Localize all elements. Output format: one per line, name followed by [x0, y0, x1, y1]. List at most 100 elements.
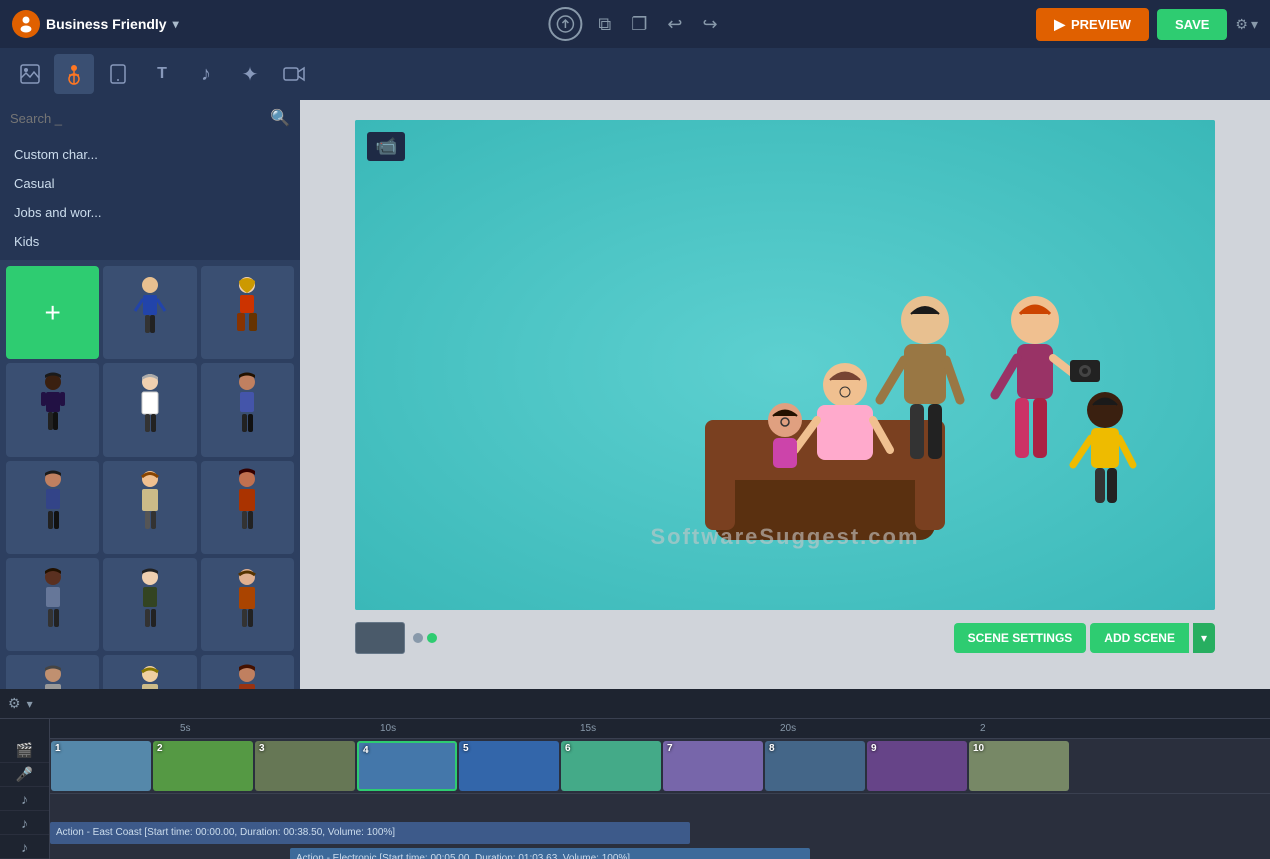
character-card[interactable] — [201, 655, 294, 689]
character-card[interactable] — [6, 558, 99, 651]
scene-thumbnail-preview[interactable] — [355, 622, 405, 654]
tool-video[interactable] — [274, 54, 314, 94]
scene-dots — [413, 633, 437, 643]
scene-actions: SCENE SETTINGS ADD SCENE ▾ — [954, 623, 1215, 653]
header-center-controls: ⧉ ❐ ↩ ↪ — [548, 7, 721, 41]
timeline-tracks: 🎬 🎤 ♪ ♪ ♪ 1 2 3 4 5 6 7 8 9 10 — [0, 739, 1270, 859]
search-input[interactable] — [10, 111, 264, 126]
play-icon: ▶ — [1054, 16, 1065, 33]
project-name: Business Friendly — [46, 16, 167, 32]
character-card[interactable] — [201, 363, 294, 456]
tool-music[interactable]: ♪ — [186, 54, 226, 94]
tool-image[interactable] — [10, 54, 50, 94]
search-icon[interactable]: 🔍 — [270, 108, 290, 128]
scene-thumb-7[interactable]: 7 — [663, 741, 763, 791]
scene-thumb-4[interactable]: 4 — [357, 741, 457, 791]
save-button[interactable]: SAVE — [1157, 9, 1227, 40]
scene-canvas[interactable]: 📹 — [355, 120, 1215, 610]
tool-effects[interactable]: ✦ — [230, 54, 270, 94]
scene-number: 5 — [463, 743, 469, 754]
chevron-down-icon[interactable]: ▾ — [173, 17, 179, 31]
scene-navigation — [355, 622, 437, 654]
character-card[interactable] — [6, 655, 99, 689]
scene-number: 2 — [157, 743, 163, 754]
scene-thumb-3[interactable]: 3 — [255, 741, 355, 791]
character-card[interactable] — [103, 655, 196, 689]
timeline-arrow[interactable]: ▾ — [27, 697, 33, 711]
undo-button[interactable]: ↩ — [663, 10, 686, 39]
ruler-mark-20s: 20s — [780, 723, 796, 734]
sidebar: 🔍 Custom char... Casual Jobs and wor... … — [0, 100, 300, 689]
character-card[interactable] — [6, 461, 99, 554]
scene-thumb-5[interactable]: 5 — [459, 741, 559, 791]
upload-button[interactable] — [548, 7, 582, 41]
settings-button[interactable]: ⚙ ▾ — [1235, 16, 1258, 33]
category-casual[interactable]: Casual — [0, 169, 300, 198]
track-label-music2: ♪ — [0, 811, 49, 835]
scene-thumb-10[interactable]: 10 — [969, 741, 1069, 791]
copy-button[interactable]: ⧉ — [594, 10, 615, 39]
music-track-1[interactable]: Action - East Coast [Start time: 00:00.0… — [50, 822, 690, 844]
character-card[interactable] — [201, 558, 294, 651]
character-card[interactable] — [201, 461, 294, 554]
track-label-music3: ♪ — [0, 835, 49, 859]
character-card[interactable] — [103, 558, 196, 651]
track-labels: 🎬 🎤 ♪ ♪ ♪ — [0, 739, 50, 859]
mic-track-row — [50, 794, 1270, 820]
ruler-mark-10s: 10s — [380, 723, 396, 734]
character-card[interactable] — [103, 461, 196, 554]
app-header: Business Friendly ▾ ⧉ ❐ ↩ ↪ ▶ PREVIEW SA… — [0, 0, 1270, 48]
category-list: Custom char... Casual Jobs and wor... Ki… — [0, 136, 300, 260]
scene-dot-2[interactable] — [427, 633, 437, 643]
tool-text[interactable]: T — [142, 54, 182, 94]
category-custom[interactable]: Custom char... — [0, 140, 300, 169]
track-label-music1: ♪ — [0, 787, 49, 811]
scene-thumb-1[interactable]: 1 — [51, 741, 151, 791]
redo-button[interactable]: ↪ — [699, 10, 722, 39]
music-track-1-row: Action - East Coast [Start time: 00:00.0… — [50, 820, 1270, 846]
character-card[interactable] — [103, 266, 196, 359]
scene-number: 4 — [363, 745, 369, 756]
canvas-area: 📹 — [300, 100, 1270, 689]
tool-character[interactable] — [54, 54, 94, 94]
project-title[interactable]: Business Friendly ▾ — [12, 10, 179, 38]
music-track-2[interactable]: Action - Electronic [Start time: 00:05.0… — [290, 848, 810, 859]
scene-dot-1[interactable] — [413, 633, 423, 643]
timeline-settings-icon[interactable]: ⚙ — [8, 695, 21, 712]
scene-thumb-8[interactable]: 8 — [765, 741, 865, 791]
timeline-header: ⚙ ▾ — [0, 689, 1270, 719]
track-label-video: 🎬 — [0, 739, 49, 763]
scene-number: 3 — [259, 743, 265, 754]
scene-thumb-6[interactable]: 6 — [561, 741, 661, 791]
toolbar: T ♪ ✦ — [0, 48, 1270, 100]
character-card[interactable] — [6, 363, 99, 456]
main-area: 🔍 Custom char... Casual Jobs and wor... … — [0, 100, 1270, 689]
add-character-button[interactable]: + — [6, 266, 99, 359]
paste-button[interactable]: ❐ — [627, 10, 651, 39]
preview-label: PREVIEW — [1071, 17, 1131, 32]
add-scene-button[interactable]: ADD SCENE — [1090, 623, 1189, 653]
scene-thumb-9[interactable]: 9 — [867, 741, 967, 791]
track-label-mic: 🎤 — [0, 763, 49, 787]
ruler-mark-15s: 15s — [580, 723, 596, 734]
tool-tablet[interactable] — [98, 54, 138, 94]
scene-number: 9 — [871, 743, 877, 754]
settings-arrow: ▾ — [1251, 16, 1258, 33]
scene-settings-button[interactable]: SCENE SETTINGS — [954, 623, 1087, 653]
scene-thumb-2[interactable]: 2 — [153, 741, 253, 791]
character-card[interactable] — [201, 266, 294, 359]
category-kids[interactable]: Kids — [0, 227, 300, 256]
preview-button[interactable]: ▶ PREVIEW — [1036, 8, 1149, 41]
scene-number: 10 — [973, 743, 984, 754]
timeline-ruler: 5s 10s 15s 20s 2 — [50, 719, 1270, 739]
avatar — [12, 10, 40, 38]
gear-icon: ⚙ — [1235, 16, 1248, 33]
category-jobs[interactable]: Jobs and wor... — [0, 198, 300, 227]
music-track-2-row: Action - Electronic [Start time: 00:05.0… — [50, 846, 1270, 859]
canvas-bottom-controls: SCENE SETTINGS ADD SCENE ▾ — [355, 622, 1215, 654]
character-grid: + — [6, 266, 294, 689]
scene-number: 7 — [667, 743, 673, 754]
add-scene-dropdown[interactable]: ▾ — [1193, 623, 1215, 653]
character-card[interactable] — [103, 363, 196, 456]
timeline: ⚙ ▾ 5s 10s 15s 20s 2 🎬 🎤 ♪ ♪ ♪ 1 2 — [0, 689, 1270, 859]
